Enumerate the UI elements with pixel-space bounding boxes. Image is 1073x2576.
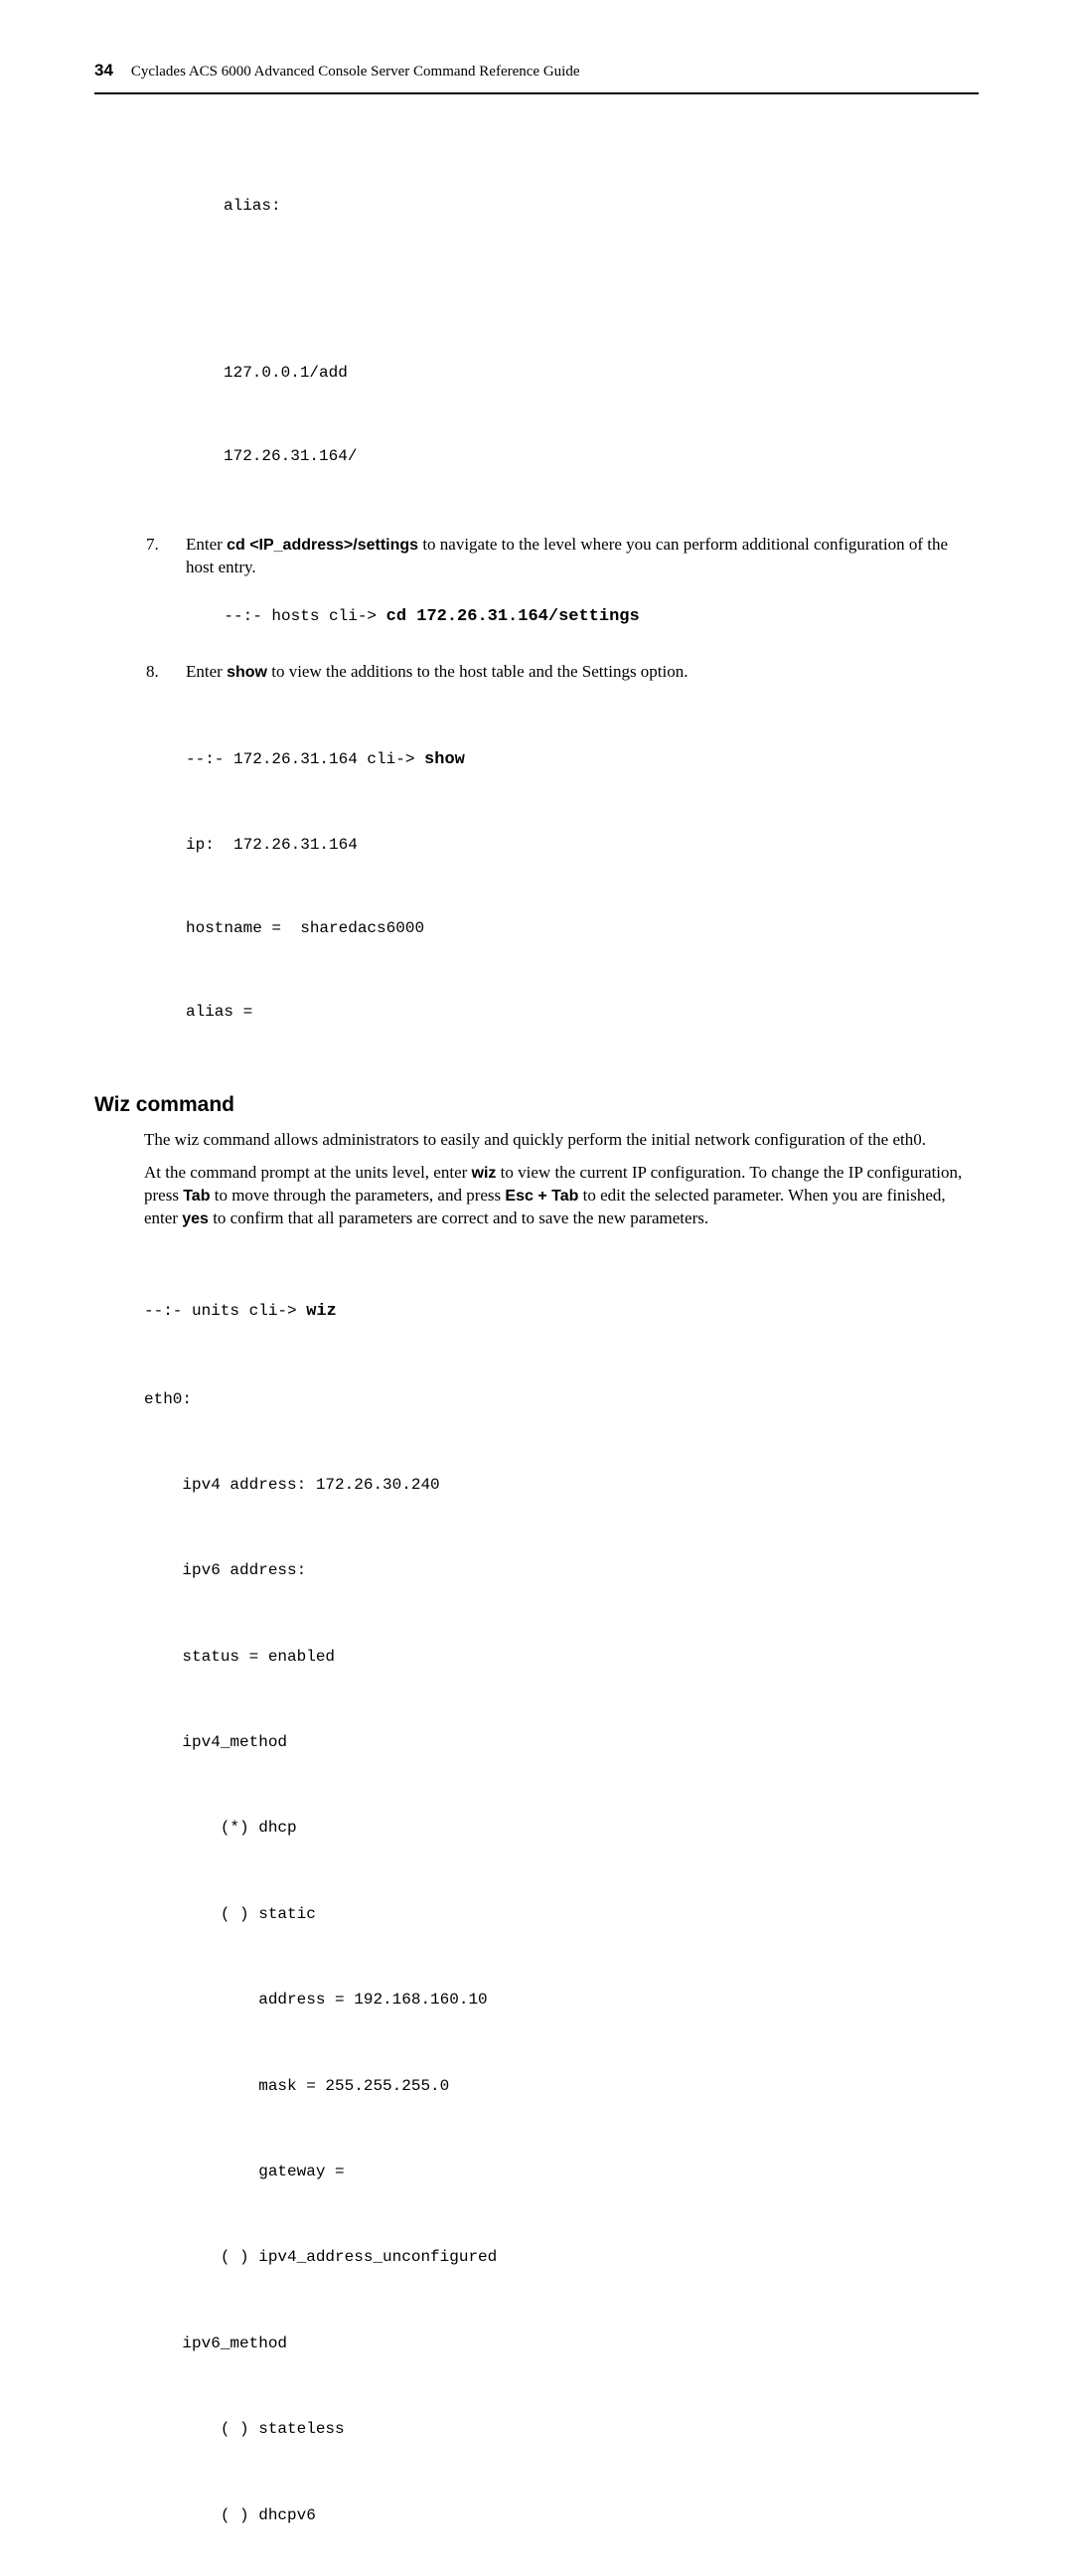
text: to confirm that all parameters are corre… <box>209 1208 708 1227</box>
code-line: ( ) dhcpv6 <box>144 2501 979 2530</box>
document-title: Cyclades ACS 6000 Advanced Console Serve… <box>131 62 580 81</box>
page-header: 34 Cyclades ACS 6000 Advanced Console Se… <box>94 60 979 94</box>
code-line: ( ) ipv4_address_unconfigured <box>144 2243 979 2272</box>
code-line: address = 192.168.160.10 <box>144 1986 979 2014</box>
code-line: alias: <box>224 192 979 220</box>
code-prefix: --:- 172.26.31.164 cli-> <box>186 750 424 768</box>
code-command: show <box>424 750 465 769</box>
code-line: (*) dhcp <box>144 1814 979 1843</box>
code-line: alias = <box>186 998 979 1026</box>
code-prefix: --:- units cli-> <box>144 1302 306 1320</box>
text: Enter <box>186 662 227 681</box>
page-number: 34 <box>94 60 113 82</box>
text: Enter <box>186 535 227 554</box>
code-prefix: --:- hosts cli-> <box>224 607 385 625</box>
inline-key: Tab <box>183 1188 210 1205</box>
code-line: status = enabled <box>144 1643 979 1672</box>
code-lines: --:- units cli-> wiz eth0: ipv4 address:… <box>144 1240 979 2576</box>
code-line: ipv4 address: 172.26.30.240 <box>144 1471 979 1500</box>
step-number: 8. <box>146 661 172 684</box>
section-heading-wiz: Wiz command <box>94 1091 979 1119</box>
inline-command: cd <IP_address>/settings <box>227 537 418 554</box>
step-text: Enter cd <IP_address>/settings to naviga… <box>186 534 979 579</box>
code-line: ipv6 address: <box>144 1556 979 1585</box>
code-line: --:- units cli-> wiz <box>144 1297 979 1328</box>
code-line: eth0: <box>144 1385 979 1414</box>
inline-command: yes <box>182 1210 209 1227</box>
code-line: mask = 255.255.255.0 <box>144 2072 979 2101</box>
inline-key: Esc + Tab <box>505 1188 578 1205</box>
code-line: hostname = sharedacs6000 <box>186 914 979 942</box>
code-line <box>224 275 979 303</box>
step-7: 7. Enter cd <IP_address>/settings to nav… <box>146 534 979 579</box>
code-command: cd 172.26.31.164/settings <box>386 607 640 626</box>
code-line: 127.0.0.1/add <box>224 359 979 387</box>
text: to view the additions to the host table … <box>267 662 689 681</box>
code-line: ipv4_method <box>144 1728 979 1757</box>
code-line: --:- 172.26.31.164 cli-> show <box>186 745 979 775</box>
code-block-preceding: alias: 127.0.0.1/add 172.26.31.164/ <box>224 136 979 526</box>
inline-command: wiz <box>472 1165 497 1182</box>
step-text: Enter show to view the additions to the … <box>186 661 979 684</box>
code-line: ip: 172.26.31.164 <box>186 831 979 859</box>
code-line: 172.26.31.164/ <box>224 442 979 470</box>
code-line: ( ) static <box>144 1900 979 1929</box>
step-number: 7. <box>146 534 172 579</box>
code-line: --:- hosts cli-> cd 172.26.31.164/settin… <box>186 585 979 651</box>
step-8: 8. Enter show to view the additions to t… <box>146 661 979 684</box>
page-container: 34 Cyclades ACS 6000 Advanced Console Se… <box>0 0 1073 2576</box>
code-line: ( ) stateless <box>144 2415 979 2444</box>
paragraph: The wiz command allows administrators to… <box>144 1129 973 1152</box>
text: to move through the parameters, and pres… <box>210 1186 505 1205</box>
code-line: ipv6_method <box>144 2330 979 2358</box>
code-block-wiz: --:- units cli-> wiz eth0: ipv4 address:… <box>144 1240 979 2576</box>
paragraph: At the command prompt at the units level… <box>144 1162 973 1230</box>
code-line: gateway = <box>144 2158 979 2186</box>
code-block-show: --:- 172.26.31.164 cli-> show ip: 172.26… <box>186 690 979 1081</box>
inline-command: show <box>227 664 267 681</box>
text: At the command prompt at the units level… <box>144 1163 472 1182</box>
code-command: wiz <box>306 1302 337 1321</box>
